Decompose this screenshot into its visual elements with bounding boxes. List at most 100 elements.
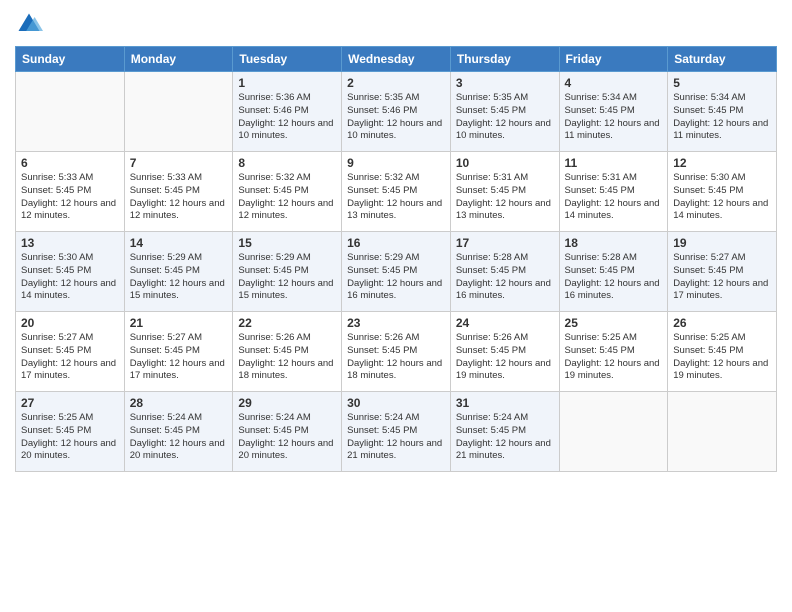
calendar-cell: 31Sunrise: 5:24 AM Sunset: 5:45 PM Dayli… [450, 392, 559, 472]
day-info: Sunrise: 5:28 AM Sunset: 5:45 PM Dayligh… [565, 252, 663, 303]
day-info: Sunrise: 5:26 AM Sunset: 5:45 PM Dayligh… [238, 332, 336, 383]
header [15, 10, 777, 38]
calendar-body: 1Sunrise: 5:36 AM Sunset: 5:46 PM Daylig… [16, 72, 777, 472]
logo [15, 10, 46, 38]
weekday-header: Sunday [16, 47, 125, 72]
day-info: Sunrise: 5:29 AM Sunset: 5:45 PM Dayligh… [238, 252, 336, 303]
day-info: Sunrise: 5:27 AM Sunset: 5:45 PM Dayligh… [21, 332, 119, 383]
day-info: Sunrise: 5:24 AM Sunset: 5:45 PM Dayligh… [456, 412, 554, 463]
day-info: Sunrise: 5:24 AM Sunset: 5:45 PM Dayligh… [347, 412, 445, 463]
day-info: Sunrise: 5:34 AM Sunset: 5:45 PM Dayligh… [565, 92, 663, 143]
weekday-header: Tuesday [233, 47, 342, 72]
day-number: 7 [130, 156, 228, 170]
day-number: 8 [238, 156, 336, 170]
day-number: 27 [21, 396, 119, 410]
calendar-cell: 10 Sunrise: 5:31 AM Sunset: 5:45 PM Dayli… [450, 152, 559, 232]
day-number: 3 [456, 76, 554, 90]
calendar-cell: 16Sunrise: 5:29 AM Sunset: 5:45 PM Dayli… [342, 232, 451, 312]
calendar-cell: 30 Sunrise: 5:24 AM Sunset: 5:45 PM Dayli… [342, 392, 451, 472]
day-number: 2 [347, 76, 445, 90]
calendar-cell: 9Sunrise: 5:32 AM Sunset: 5:45 PM Daylig… [342, 152, 451, 232]
day-number: 13 [21, 236, 119, 250]
day-info: Sunrise: 5:33 AM Sunset: 5:45 PM Dayligh… [130, 172, 228, 223]
day-info: Sunrise: 5:25 AM Sunset: 5:45 PM Dayligh… [21, 412, 119, 463]
calendar-cell: 3 Sunrise: 5:35 AM Sunset: 5:45 PM Daylig… [450, 72, 559, 152]
weekday-row: SundayMondayTuesdayWednesdayThursdayFrid… [16, 47, 777, 72]
day-number: 10 [456, 156, 554, 170]
calendar-cell [559, 392, 668, 472]
calendar-cell: 15 Sunrise: 5:29 AM Sunset: 5:45 PM Dayli… [233, 232, 342, 312]
weekday-header: Thursday [450, 47, 559, 72]
calendar-cell: 2 Sunrise: 5:35 AM Sunset: 5:46 PM Daylig… [342, 72, 451, 152]
day-number: 18 [565, 236, 663, 250]
calendar-cell [668, 392, 777, 472]
day-info: Sunrise: 5:33 AM Sunset: 5:45 PM Dayligh… [21, 172, 119, 223]
calendar-cell: 20 Sunrise: 5:27 AM Sunset: 5:45 PM Dayli… [16, 312, 125, 392]
calendar-week-row: 1Sunrise: 5:36 AM Sunset: 5:46 PM Daylig… [16, 72, 777, 152]
day-number: 22 [238, 316, 336, 330]
day-info: Sunrise: 5:36 AM Sunset: 5:46 PM Dayligh… [238, 92, 336, 143]
day-number: 29 [238, 396, 336, 410]
calendar-week-row: 20 Sunrise: 5:27 AM Sunset: 5:45 PM Dayli… [16, 312, 777, 392]
calendar-cell: 23Sunrise: 5:26 AM Sunset: 5:45 PM Dayli… [342, 312, 451, 392]
day-info: Sunrise: 5:34 AM Sunset: 5:45 PM Dayligh… [673, 92, 771, 143]
calendar-cell: 5 Sunrise: 5:34 AM Sunset: 5:45 PM Daylig… [668, 72, 777, 152]
calendar-cell: 21Sunrise: 5:27 AM Sunset: 5:45 PM Dayli… [124, 312, 233, 392]
calendar-cell: 19 Sunrise: 5:27 AM Sunset: 5:45 PM Dayli… [668, 232, 777, 312]
calendar-cell: 13 Sunrise: 5:30 AM Sunset: 5:45 PM Dayli… [16, 232, 125, 312]
day-info: Sunrise: 5:29 AM Sunset: 5:45 PM Dayligh… [130, 252, 228, 303]
calendar-cell: 6Sunrise: 5:33 AM Sunset: 5:45 PM Daylig… [16, 152, 125, 232]
day-info: Sunrise: 5:28 AM Sunset: 5:45 PM Dayligh… [456, 252, 554, 303]
day-number: 30 [347, 396, 445, 410]
calendar-header: SundayMondayTuesdayWednesdayThursdayFrid… [16, 47, 777, 72]
day-info: Sunrise: 5:35 AM Sunset: 5:45 PM Dayligh… [456, 92, 554, 143]
day-info: Sunrise: 5:24 AM Sunset: 5:45 PM Dayligh… [238, 412, 336, 463]
page: SundayMondayTuesdayWednesdayThursdayFrid… [0, 0, 792, 612]
calendar-cell: 1Sunrise: 5:36 AM Sunset: 5:46 PM Daylig… [233, 72, 342, 152]
calendar-cell: 11 Sunrise: 5:31 AM Sunset: 5:45 PM Dayli… [559, 152, 668, 232]
calendar-cell: 12Sunrise: 5:30 AM Sunset: 5:45 PM Dayli… [668, 152, 777, 232]
day-number: 24 [456, 316, 554, 330]
day-info: Sunrise: 5:31 AM Sunset: 5:45 PM Dayligh… [456, 172, 554, 223]
day-number: 26 [673, 316, 771, 330]
day-info: Sunrise: 5:35 AM Sunset: 5:46 PM Dayligh… [347, 92, 445, 143]
day-info: Sunrise: 5:27 AM Sunset: 5:45 PM Dayligh… [673, 252, 771, 303]
calendar-cell: 14 Sunrise: 5:29 AM Sunset: 5:45 PM Dayli… [124, 232, 233, 312]
day-info: Sunrise: 5:31 AM Sunset: 5:45 PM Dayligh… [565, 172, 663, 223]
day-info: Sunrise: 5:32 AM Sunset: 5:45 PM Dayligh… [238, 172, 336, 223]
day-info: Sunrise: 5:25 AM Sunset: 5:45 PM Dayligh… [673, 332, 771, 383]
day-number: 28 [130, 396, 228, 410]
calendar-week-row: 27 Sunrise: 5:25 AM Sunset: 5:45 PM Dayli… [16, 392, 777, 472]
calendar-week-row: 6Sunrise: 5:33 AM Sunset: 5:45 PM Daylig… [16, 152, 777, 232]
calendar-cell: 29 Sunrise: 5:24 AM Sunset: 5:45 PM Dayli… [233, 392, 342, 472]
day-info: Sunrise: 5:30 AM Sunset: 5:45 PM Dayligh… [21, 252, 119, 303]
calendar-cell: 7 Sunrise: 5:33 AM Sunset: 5:45 PM Daylig… [124, 152, 233, 232]
day-number: 4 [565, 76, 663, 90]
day-info: Sunrise: 5:25 AM Sunset: 5:45 PM Dayligh… [565, 332, 663, 383]
calendar-week-row: 13 Sunrise: 5:30 AM Sunset: 5:45 PM Dayli… [16, 232, 777, 312]
calendar-cell: 26 Sunrise: 5:25 AM Sunset: 5:45 PM Dayli… [668, 312, 777, 392]
day-number: 12 [673, 156, 771, 170]
calendar-cell: 24 Sunrise: 5:26 AM Sunset: 5:45 PM Dayli… [450, 312, 559, 392]
day-info: Sunrise: 5:24 AM Sunset: 5:45 PM Dayligh… [130, 412, 228, 463]
day-number: 15 [238, 236, 336, 250]
calendar-cell: 8 Sunrise: 5:32 AM Sunset: 5:45 PM Daylig… [233, 152, 342, 232]
day-number: 11 [565, 156, 663, 170]
calendar-cell: 25 Sunrise: 5:25 AM Sunset: 5:45 PM Dayli… [559, 312, 668, 392]
day-info: Sunrise: 5:26 AM Sunset: 5:45 PM Dayligh… [456, 332, 554, 383]
day-number: 5 [673, 76, 771, 90]
day-number: 25 [565, 316, 663, 330]
day-number: 14 [130, 236, 228, 250]
calendar-cell: 28 Sunrise: 5:24 AM Sunset: 5:45 PM Dayli… [124, 392, 233, 472]
calendar: SundayMondayTuesdayWednesdayThursdayFrid… [15, 46, 777, 472]
day-number: 9 [347, 156, 445, 170]
logo-icon [15, 10, 43, 38]
weekday-header: Friday [559, 47, 668, 72]
day-info: Sunrise: 5:27 AM Sunset: 5:45 PM Dayligh… [130, 332, 228, 383]
weekday-header: Saturday [668, 47, 777, 72]
day-number: 20 [21, 316, 119, 330]
weekday-header: Monday [124, 47, 233, 72]
day-number: 23 [347, 316, 445, 330]
day-number: 19 [673, 236, 771, 250]
calendar-cell: 17Sunrise: 5:28 AM Sunset: 5:45 PM Dayli… [450, 232, 559, 312]
